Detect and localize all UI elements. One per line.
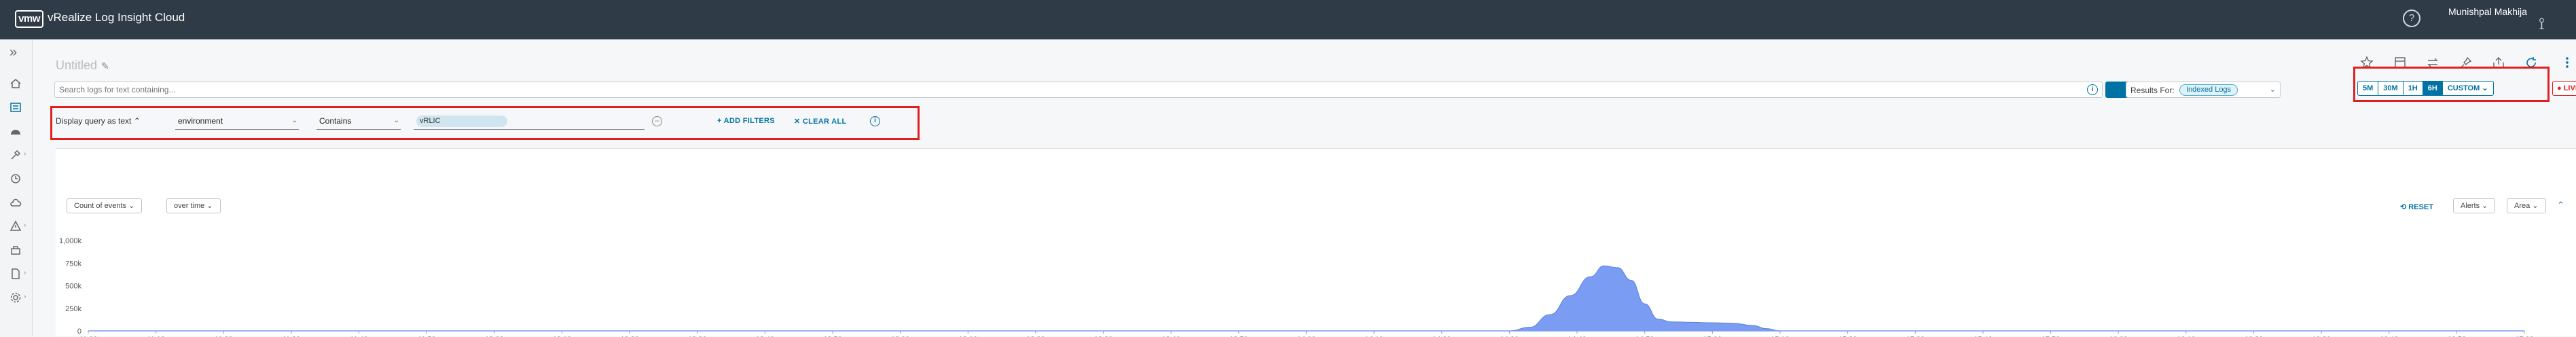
time-range-selector: 5M 30M 1H 6H CUSTOM ⌄ xyxy=(2357,81,2494,96)
search-input[interactable] xyxy=(59,84,2029,95)
y-tick-label: 250k xyxy=(65,305,81,313)
event-count-chart: 0250k500k750k1,000k 11:0011:1011:2011:30… xyxy=(59,237,2534,337)
warning-icon xyxy=(10,220,22,231)
sidebar-item-dashboards[interactable] xyxy=(0,121,33,141)
filter-operator-select[interactable]: Contains ⌄ xyxy=(316,113,401,130)
sidebar-item-alerts[interactable] xyxy=(0,168,33,189)
time-5m-button[interactable]: 5M xyxy=(2358,82,2379,95)
time-30m-button[interactable]: 30M xyxy=(2378,82,2403,95)
dashboards-icon xyxy=(11,130,20,135)
filter-field-select[interactable]: environment ⌄ xyxy=(175,113,299,130)
sidebar-item-log-sources[interactable]: › xyxy=(0,264,33,284)
results-for-select[interactable]: Results For: Indexed Logs ⌄ xyxy=(2126,82,2281,98)
chevron-down-icon: ⌄ xyxy=(291,117,297,124)
filter-value-pill[interactable]: vRLIC xyxy=(416,116,507,127)
search-bar: i xyxy=(54,82,2103,98)
indexed-logs-pill[interactable]: Indexed Logs xyxy=(2179,84,2238,96)
add-filters-button[interactable]: + ADD FILTERS xyxy=(717,117,775,125)
query-title[interactable]: Untitled ✎ xyxy=(56,58,109,73)
expand-sidebar-icon[interactable]: » xyxy=(10,45,17,60)
sidebar-item-home[interactable] xyxy=(0,73,33,94)
time-6h-button[interactable]: 6H xyxy=(2423,82,2443,95)
app-title: vRealize Log Insight Cloud xyxy=(48,11,185,24)
time-custom-button[interactable]: CUSTOM ⌄ xyxy=(2443,82,2493,95)
sidebar: » › › › › xyxy=(0,39,33,336)
y-tick-label: 0 xyxy=(77,327,81,336)
search-info-icon[interactable]: i xyxy=(2087,84,2098,95)
display-query-as-text-toggle[interactable]: Display query as text ⌃ xyxy=(56,116,141,126)
more-options-button[interactable] xyxy=(2559,54,2576,72)
help-icon[interactable]: ? xyxy=(2403,10,2420,27)
main-content: Untitled✎ i Results For: Indexed Logs ⌄ … xyxy=(33,39,2576,337)
time-1h-button[interactable]: 1H xyxy=(2403,82,2423,95)
edit-pencil-icon[interactable]: ✎ xyxy=(101,60,109,71)
tools-icon xyxy=(11,149,21,160)
results-for-label: Results For: xyxy=(2130,86,2175,95)
settings-icon xyxy=(10,292,21,303)
log-sources-icon xyxy=(12,268,20,279)
filter-row: Display query as text ⌃ environment ⌄ Con… xyxy=(56,113,911,130)
sidebar-item-warnings[interactable]: › xyxy=(0,216,33,236)
clear-all-button[interactable]: ✕ CLEAR ALL xyxy=(794,117,847,126)
y-tick-label: 500k xyxy=(65,283,81,291)
chevron-down-icon: ⌄ xyxy=(393,117,399,124)
sidebar-item-explore-logs[interactable] xyxy=(0,97,33,118)
content-packs-icon xyxy=(11,246,20,255)
chevron-down-icon: ⌄ xyxy=(2269,86,2276,94)
explore-logs-icon xyxy=(10,103,21,112)
vertical-ellipsis-icon xyxy=(2566,57,2569,68)
home-icon xyxy=(10,79,21,88)
sidebar-item-cloud[interactable] xyxy=(0,192,33,213)
chart-panel: Count of events ⌄ over time ⌄ ⟲ RESET Al… xyxy=(56,148,2576,337)
sidebar-item-settings[interactable]: › xyxy=(0,287,33,308)
series-area xyxy=(88,265,2524,332)
sidebar-item-content-packs[interactable] xyxy=(0,240,33,260)
vmware-logo: vmw xyxy=(15,10,43,28)
filter-value-input[interactable]: vRLIC xyxy=(414,113,645,130)
cloud-icon xyxy=(10,198,22,207)
user-name[interactable]: Munishpal Makhija xyxy=(2448,6,2527,17)
live-tail-button[interactable]: ● LIVE TAIL xyxy=(2552,81,2576,96)
user-menu-icon[interactable]: ⟟ xyxy=(2539,15,2545,34)
sidebar-item-tools[interactable]: › xyxy=(0,145,33,165)
remove-filter-icon[interactable]: – xyxy=(652,116,662,126)
alerts-icon xyxy=(11,174,20,183)
y-tick-label: 750k xyxy=(65,260,81,268)
filter-info-icon[interactable]: i xyxy=(870,116,880,126)
top-bar: vmw vRealize Log Insight Cloud ? Munishp… xyxy=(0,0,2576,39)
y-tick-label: 1,000k xyxy=(59,237,82,245)
